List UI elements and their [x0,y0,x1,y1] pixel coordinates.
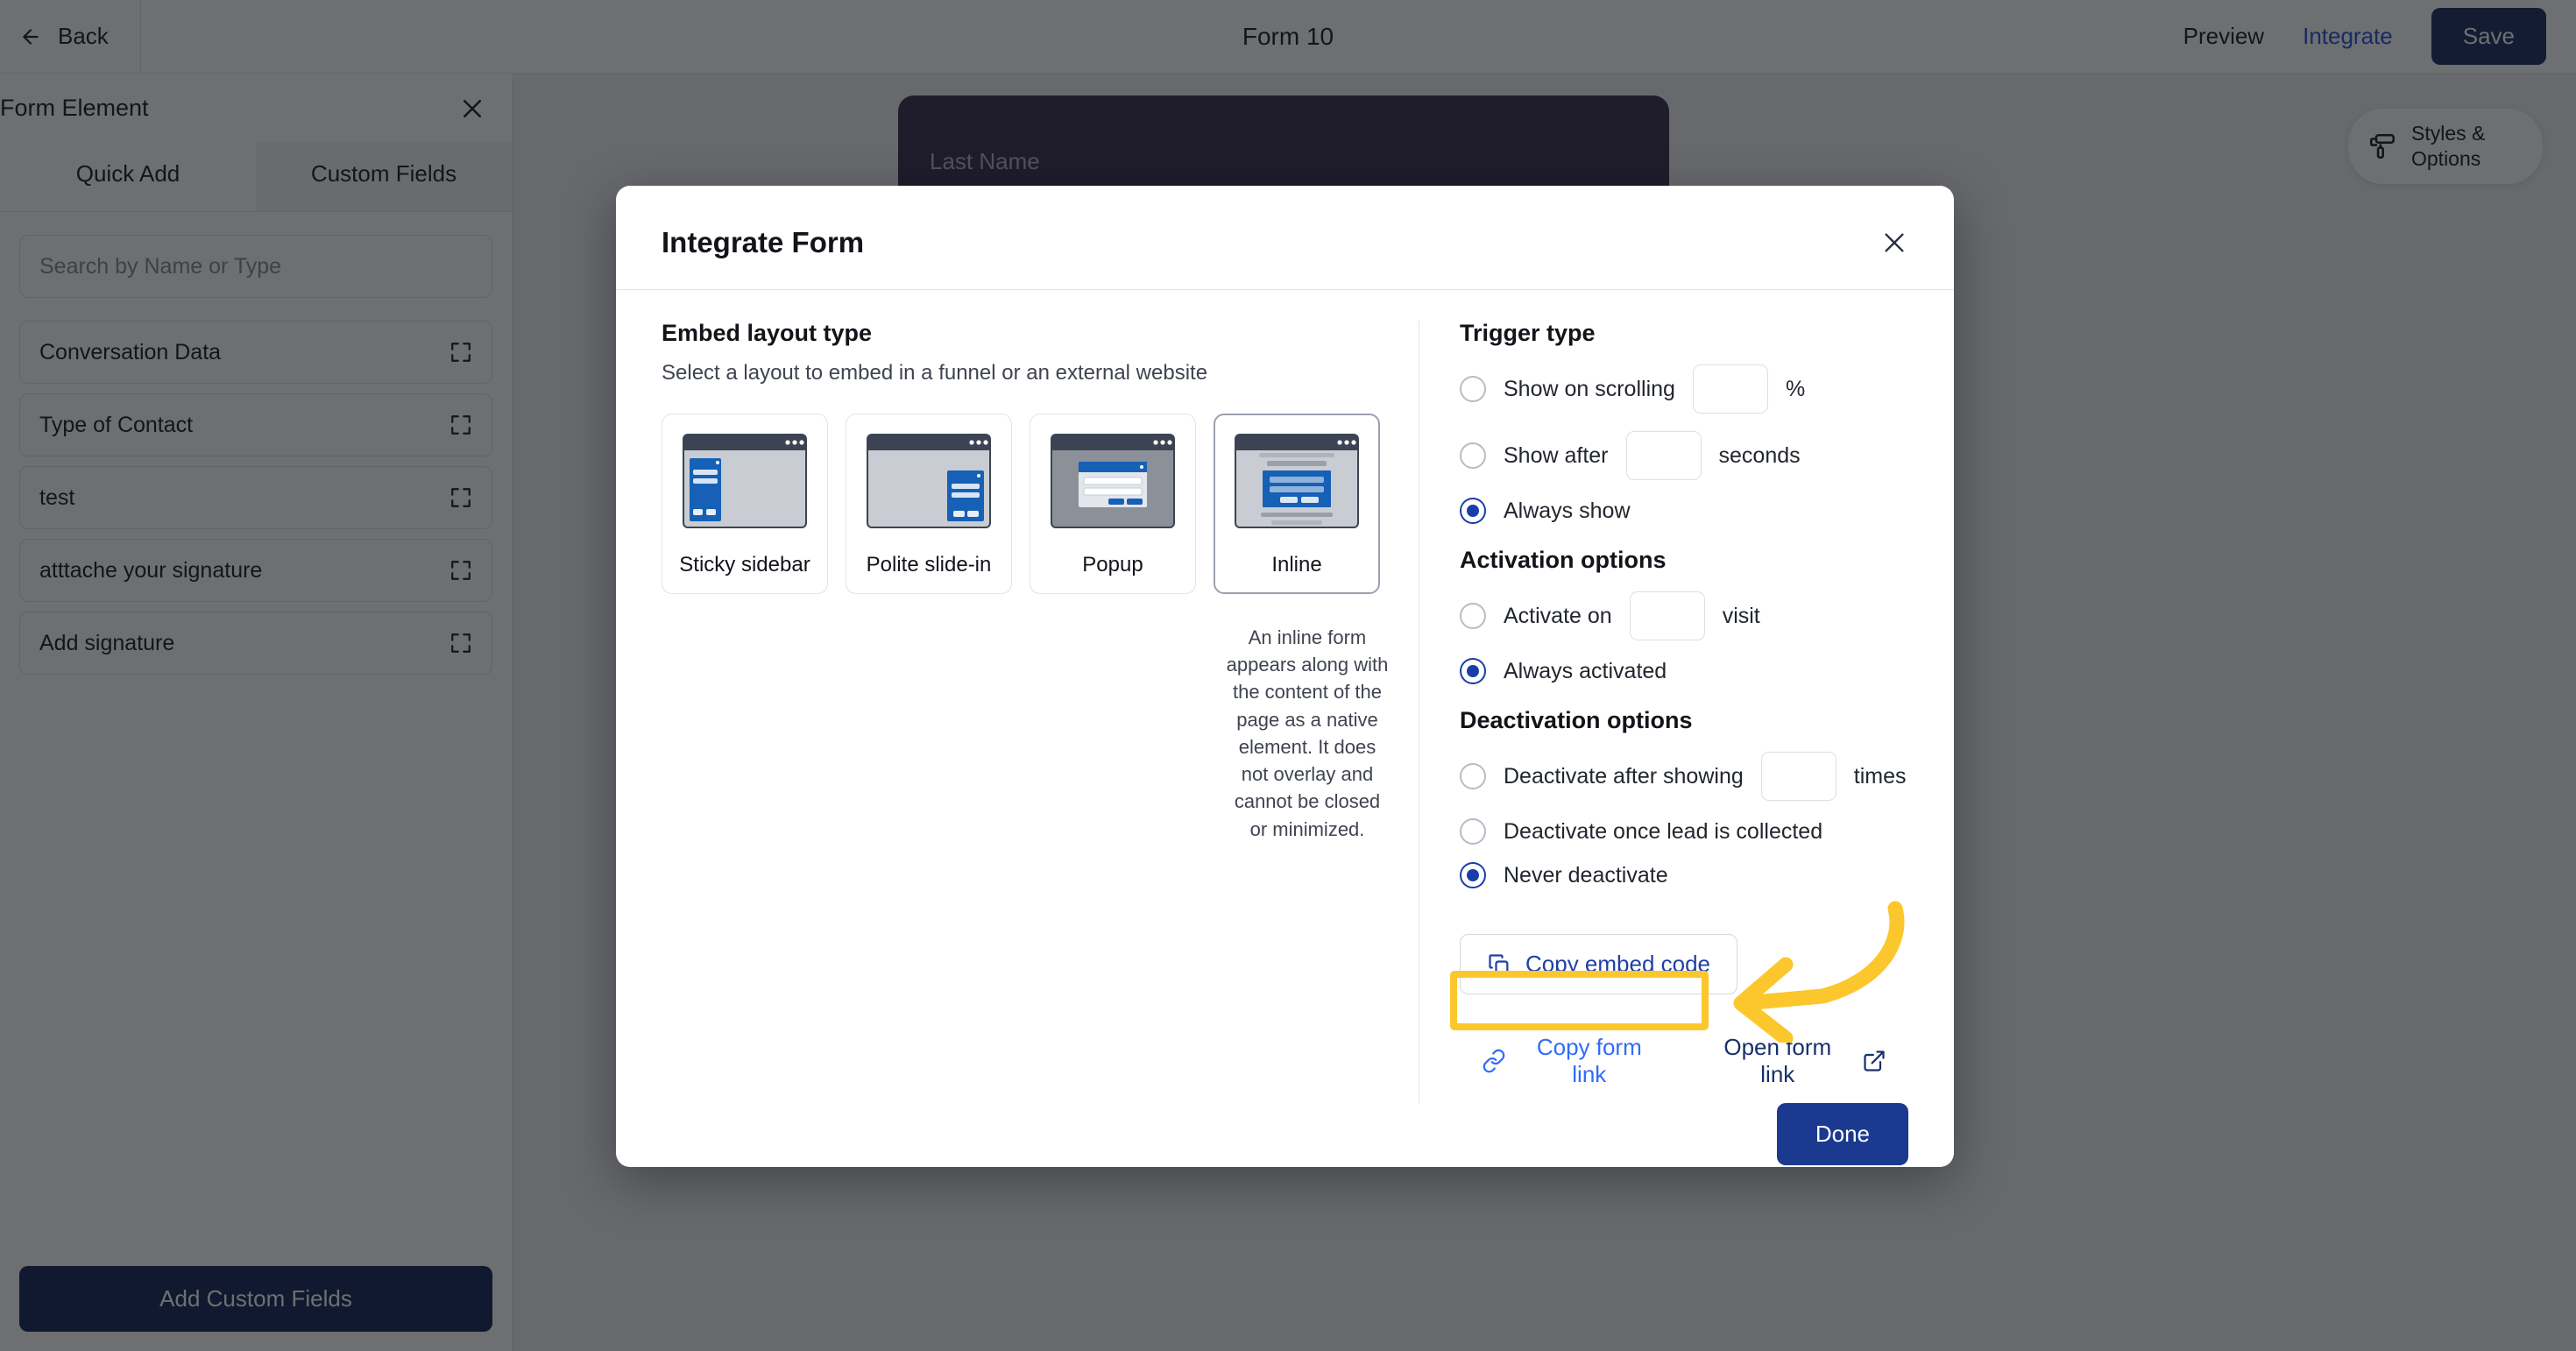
radio-always-show[interactable] [1460,498,1486,524]
trigger-type-group: Trigger type Show on scrolling % Show af… [1460,320,1908,524]
activation-heading: Activation options [1460,547,1667,573]
inline-thumbnail [1235,434,1359,528]
option-label: Deactivate once lead is collected [1504,818,1823,844]
trigger-option-show-after[interactable]: Show after seconds [1460,431,1908,480]
modal-body: Embed layout type Select a layout to emb… [616,290,1954,1103]
option-label: Activate on [1504,603,1612,628]
external-link-icon [1864,1050,1885,1072]
link-icon [1483,1049,1505,1073]
radio-deactivate-once-lead-collected[interactable] [1460,818,1486,845]
open-form-link-label: Open form link [1723,1034,1832,1087]
option-label: Always activated [1504,658,1667,683]
deactivation-option-never[interactable]: Never deactivate [1460,862,1908,888]
unit-label: times [1853,763,1907,789]
radio-always-activated[interactable] [1460,658,1486,684]
radio-show-on-scrolling[interactable] [1460,376,1486,402]
deactivation-heading: Deactivation options [1460,707,1693,733]
activation-option-activate-on[interactable]: Activate on visit [1460,591,1908,640]
layout-option-label: Inline [1271,553,1322,576]
option-label: Deactivate after showing [1504,763,1744,789]
layout-option-popup[interactable]: Popup [1030,414,1196,594]
unit-label: seconds [1718,442,1801,468]
modal-title: Integrate Form [662,226,865,258]
layout-option-polite-slide-in[interactable]: Polite slide-in [846,414,1012,594]
copy-embed-code-button[interactable]: Copy embed code [1460,934,1738,994]
link-action-row: Copy form link Open form link [1460,1019,1908,1103]
layout-option-inline[interactable]: Inline [1214,414,1380,594]
unit-label: visit [1722,603,1760,628]
option-label: Never deactivate [1504,862,1668,888]
radio-deactivate-after-showing[interactable] [1460,763,1486,789]
modal-action-buttons: Copy embed code Copy form link Open form… [1460,934,1908,1103]
trigger-option-show-on-scrolling[interactable]: Show on scrolling % [1460,364,1908,414]
embed-heading: Embed layout type [662,320,873,346]
layout-option-sticky-sidebar[interactable]: Sticky sidebar [662,414,828,594]
modal-footer: Done [616,1103,1954,1167]
option-label: Show on scrolling [1504,376,1675,401]
trigger-heading: Trigger type [1460,320,1596,346]
screen-root: Back Form 10 Preview Integrate Save Form… [0,0,2576,1351]
scroll-percent-input[interactable] [1692,364,1768,414]
popup-thumbnail [1051,434,1175,528]
trigger-option-always-show[interactable]: Always show [1460,498,1908,524]
unit-label: % [1785,376,1806,401]
selected-layout-description: An inline form appears along with the co… [1226,626,1389,840]
embed-subheading: Select a layout to embed in a funnel or … [662,361,1208,385]
deactivation-options-group: Deactivation options Deactivate after sh… [1460,707,1908,888]
radio-activate-on[interactable] [1460,603,1486,629]
copy-icon [1489,953,1509,973]
embed-layout-options: Sticky sidebar Polite slide-in Popup Inl… [662,414,1389,594]
close-icon[interactable] [1880,229,1908,257]
copy-form-link-button[interactable]: Copy form link [1460,1019,1681,1103]
sticky-sidebar-thumbnail [683,434,807,528]
deactivate-times-input[interactable] [1760,752,1836,801]
radio-show-after[interactable] [1460,442,1486,469]
option-label: Show after [1504,442,1609,468]
polite-slide-in-thumbnail [867,434,991,528]
deactivation-option-lead-collected[interactable]: Deactivate once lead is collected [1460,818,1908,845]
layout-option-label: Sticky sidebar [679,553,810,576]
radio-never-deactivate[interactable] [1460,862,1486,888]
integrate-form-modal: Integrate Form Embed layout type Select … [616,186,1954,1167]
layout-option-label: Popup [1082,553,1143,576]
trigger-settings-panel: Trigger type Show on scrolling % Show af… [1419,320,1908,1103]
embed-layout-section: Embed layout type Select a layout to emb… [662,320,1389,1103]
show-after-seconds-input[interactable] [1625,431,1702,480]
done-button[interactable]: Done [1776,1103,1908,1165]
deactivation-option-after-showing[interactable]: Deactivate after showing times [1460,752,1908,801]
activation-options-group: Activation options Activate on visit Alw… [1460,547,1908,684]
option-label: Always show [1504,498,1631,523]
open-form-link-button[interactable]: Open form link [1685,1019,1908,1103]
activate-on-visit-input[interactable] [1629,591,1705,640]
modal-header: Integrate Form [616,186,1954,290]
layout-option-label: Polite slide-in [866,553,992,576]
activation-option-always-activated[interactable]: Always activated [1460,658,1908,684]
copy-embed-code-label: Copy embed code [1525,951,1711,977]
copy-form-link-label: Copy form link [1536,1034,1642,1087]
